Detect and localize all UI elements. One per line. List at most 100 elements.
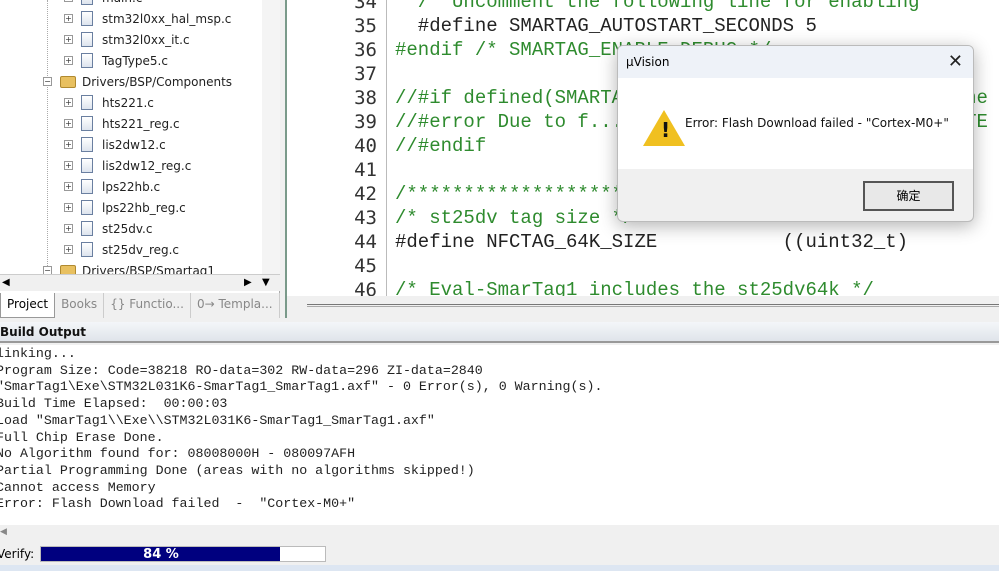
output-line: linking...: [0, 346, 76, 361]
line-number: 45: [354, 255, 377, 277]
expand-icon[interactable]: +: [64, 119, 73, 128]
expand-icon[interactable]: +: [64, 182, 73, 191]
file-icon: [81, 221, 93, 236]
file-icon: [81, 116, 93, 131]
collapse-icon[interactable]: −: [43, 77, 52, 86]
tree-item-label: Drivers/BSP/Components: [82, 74, 233, 89]
tree-item-label: st25dv_reg.c: [102, 242, 180, 257]
tree-file[interactable]: + stm32l0xx_it.c: [64, 29, 190, 50]
line-number: 34: [354, 0, 377, 13]
tab-functions[interactable]: {} Functio...: [104, 293, 191, 318]
verify-label: Verify:: [0, 547, 35, 561]
tree-file[interactable]: + hts221.c: [64, 92, 154, 113]
folder-icon: [60, 75, 76, 88]
tree-item-label: st25dv.c: [102, 221, 153, 236]
tree-item-label: main.c: [102, 0, 142, 5]
file-icon: [81, 95, 93, 110]
collapse-icon[interactable]: −: [43, 266, 52, 274]
dialog-titlebar: µVision ✕: [618, 46, 973, 78]
line-number: 41: [354, 159, 377, 181]
tree-vertical-scrollbar[interactable]: [262, 0, 280, 274]
build-output-header: Build Output: [0, 322, 999, 343]
tree-file[interactable]: + TagType5.c: [64, 50, 168, 71]
file-icon: [81, 158, 93, 173]
tree-file[interactable]: + lis2dw12.c: [64, 134, 166, 155]
dropdown-icon[interactable]: ▼: [262, 277, 270, 288]
output-line: Error: Flash Download failed - "Cortex-M…: [0, 496, 356, 512]
line-number: 42: [354, 183, 377, 205]
scroll-left-icon[interactable]: ◀: [2, 277, 10, 288]
tab-project[interactable]: Project: [0, 293, 56, 318]
tree-item-label: hts221_reg.c: [102, 116, 180, 131]
tree-file[interactable]: + stm32l0xx_hal_msp.c: [64, 8, 231, 29]
tree-file[interactable]: + lps22hb_reg.c: [64, 197, 186, 218]
output-line: Load "SmarTag1\\Exe\\STM32L031K6-SmarTag…: [0, 412, 435, 428]
code-line: #define NFCTAG_64K_SIZE ((uint32_t): [395, 231, 909, 253]
tree-file[interactable]: + st25dv.c: [64, 218, 152, 239]
error-dialog: µVision ✕ ! Error: Flash Download failed…: [617, 45, 974, 222]
close-icon[interactable]: ✕: [948, 51, 963, 72]
output-line: "SmarTag1\Exe\STM32L031K6-SmarTag1_SmarT…: [0, 379, 603, 395]
tree-item-label: hts221.c: [102, 95, 154, 110]
file-icon: [81, 11, 93, 26]
editor-horizontal-scrollbar[interactable]: [285, 296, 999, 318]
line-number: 44: [354, 231, 377, 253]
line-number: 46: [354, 279, 377, 296]
output-line: No Algorithm found for: 08008000H - 0800…: [0, 446, 356, 462]
expand-icon[interactable]: +: [64, 35, 73, 44]
tree-item-label: lis2dw12_reg.c: [102, 158, 192, 173]
tree-file[interactable]: + lps22hb.c: [64, 176, 160, 197]
expand-icon[interactable]: +: [64, 245, 73, 254]
output-line: Full Chip Erase Done.: [0, 429, 164, 445]
tree-file[interactable]: + st25dv_reg.c: [64, 239, 179, 260]
code-line: /* st25dv tag size */: [395, 207, 635, 229]
tree-folder[interactable]: − Drivers/BSP/Smartag1: [43, 260, 215, 274]
tree-item-label: lps22hb.c: [102, 179, 161, 194]
expand-icon[interactable]: +: [64, 98, 73, 107]
expand-icon[interactable]: +: [64, 140, 73, 149]
scroll-right-icon[interactable]: ▶: [244, 277, 252, 288]
tree-item-label: Drivers/BSP/Smartag1: [82, 263, 216, 275]
status-bar: Verify: 84 %: [0, 543, 999, 565]
file-icon: [81, 242, 93, 257]
output-line: Cannot access Memory: [0, 479, 156, 495]
tree-item-label: stm32l0xx_hal_msp.c: [102, 11, 232, 26]
expand-icon[interactable]: +: [64, 56, 73, 65]
tab-books[interactable]: Books: [55, 293, 105, 318]
line-number: 43: [354, 207, 377, 229]
output-line: Program Size: Code=38218 RO-data=302 RW-…: [0, 362, 483, 378]
file-icon: [81, 179, 93, 194]
line-number: 38: [354, 87, 377, 109]
tab-templates[interactable]: 0→ Templa...: [191, 293, 280, 318]
expand-icon[interactable]: +: [64, 224, 73, 233]
scroll-left-icon[interactable]: ◀: [0, 527, 7, 537]
tree-folder[interactable]: − Drivers/BSP/Components: [43, 71, 232, 92]
expand-icon[interactable]: +: [64, 0, 73, 2]
ok-button[interactable]: 确定: [863, 181, 954, 211]
dialog-title: µVision: [626, 55, 670, 69]
dialog-message: Error: Flash Download failed - "Cortex-M…: [685, 116, 949, 130]
tree-file[interactable]: + hts221_reg.c: [64, 113, 180, 134]
build-output-log[interactable]: linking... Program Size: Code=38218 RO-da…: [0, 345, 999, 525]
file-icon: [81, 32, 93, 47]
project-tree: + main.c + stm32l0xx_hal_msp.c + stm32l0xx_it…: [0, 0, 262, 274]
tree-file[interactable]: + main.c: [64, 0, 142, 8]
code-line: /* Uncomment the following line for enab…: [395, 0, 920, 13]
tree-item-label: lis2dw12.c: [102, 137, 166, 152]
tree-item-label: lps22hb_reg.c: [102, 200, 186, 215]
file-icon: [81, 53, 93, 68]
build-output-scrollbar[interactable]: ◀: [0, 525, 999, 541]
tree-file[interactable]: + lis2dw12_reg.c: [64, 155, 191, 176]
file-icon: [81, 0, 93, 5]
output-line: Build Time Elapsed: 00:00:03: [0, 396, 228, 412]
line-number: 37: [354, 63, 377, 85]
line-number: 36: [354, 39, 377, 61]
line-number: 40: [354, 135, 377, 157]
output-line: Partial Programming Done (areas with no …: [0, 462, 475, 478]
tree-horizontal-scrollbar[interactable]: ◀ ▶ ▼: [0, 274, 280, 291]
expand-icon[interactable]: +: [64, 14, 73, 23]
file-icon: [81, 137, 93, 152]
folder-icon: [60, 264, 76, 274]
expand-icon[interactable]: +: [64, 161, 73, 170]
expand-icon[interactable]: +: [64, 203, 73, 212]
